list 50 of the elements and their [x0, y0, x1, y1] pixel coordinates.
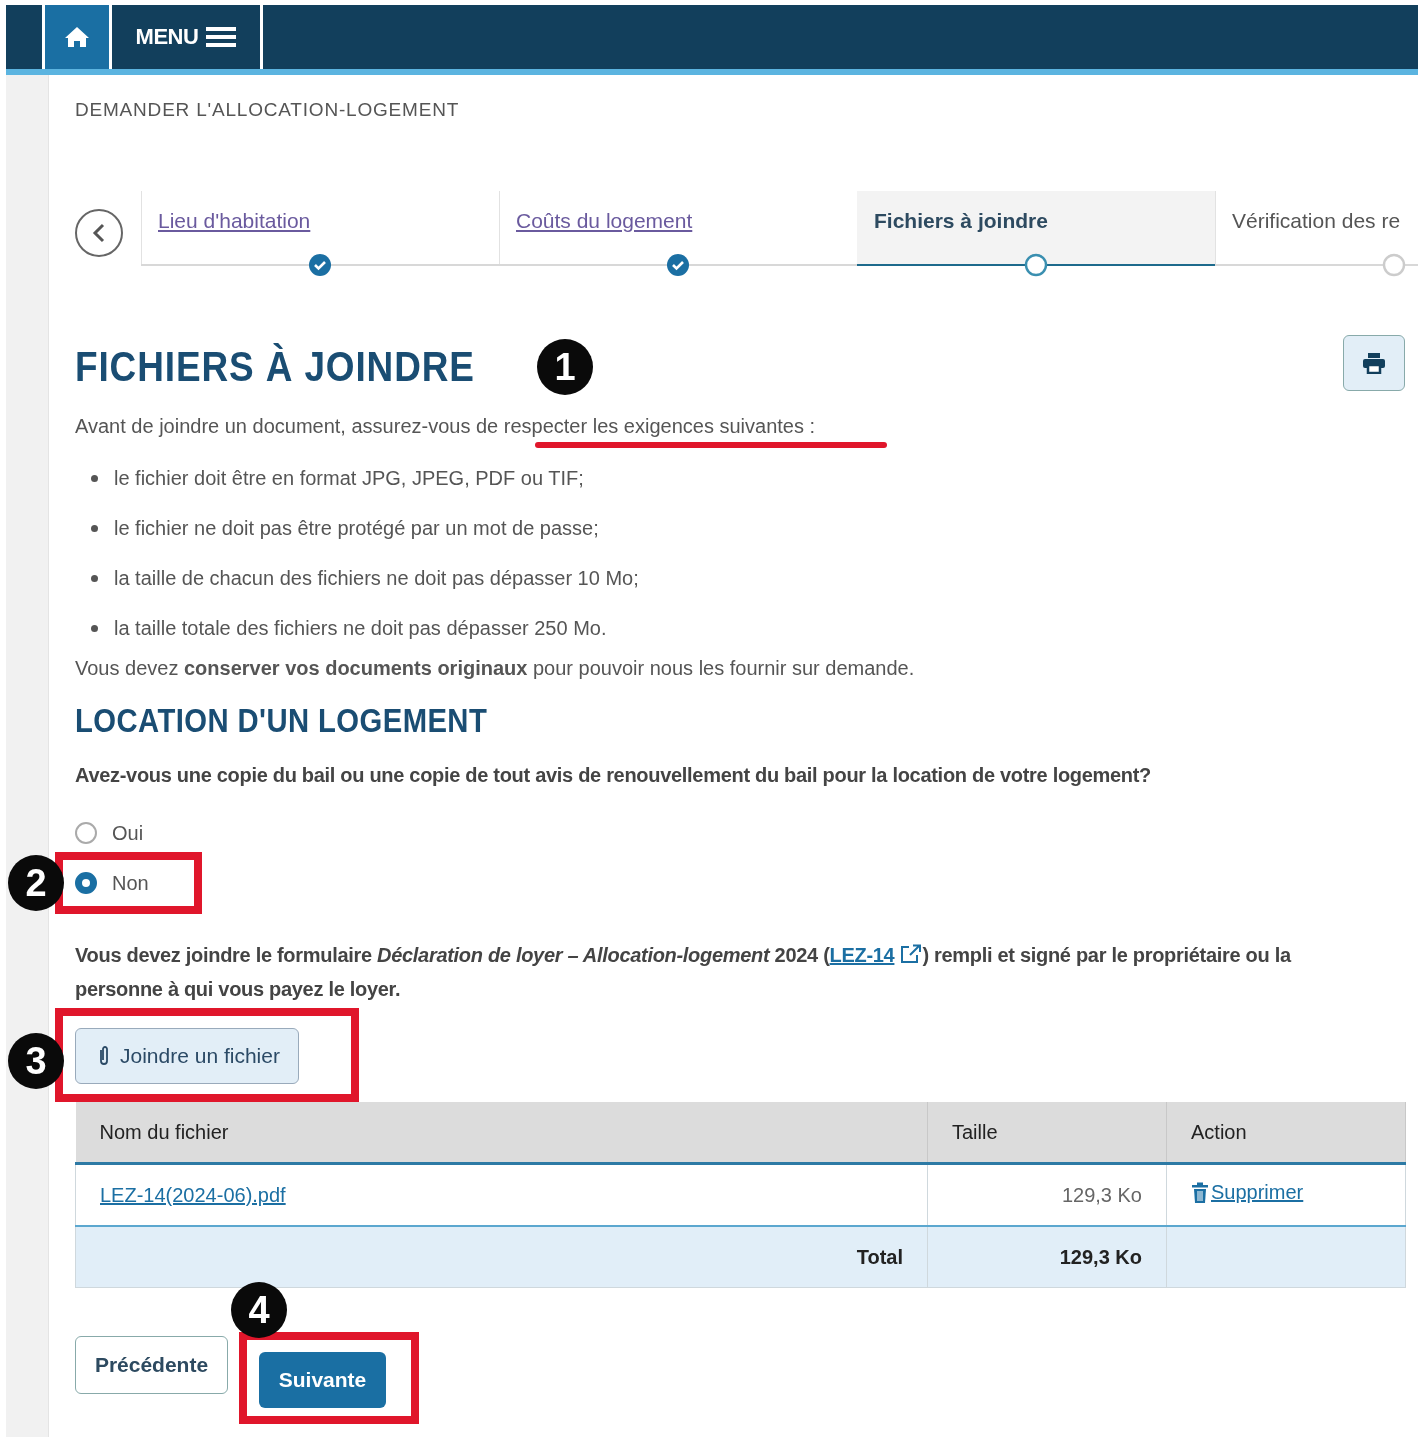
column-header: Action [1166, 1102, 1406, 1164]
breadcrumb: DEMANDER L'ALLOCATION-LOGEMENT [75, 99, 461, 122]
menu-button[interactable]: MENU [112, 5, 263, 69]
step-tab[interactable]: Lieu d'habitation [141, 191, 499, 278]
print-button[interactable] [1343, 335, 1405, 391]
radio-button[interactable] [75, 822, 97, 844]
column-header: Nom du fichier [75, 1102, 928, 1164]
requirement-text: le fichier ne doit pas être protégé par un mot de passe; [114, 516, 599, 540]
section-title: LOCATION D'UN LOGEMENT [75, 701, 489, 740]
step-tab[interactable]: Coûts du logement [499, 191, 857, 278]
bullet-icon [91, 524, 98, 532]
menu-icon [206, 26, 237, 48]
radio-button[interactable] [75, 872, 97, 894]
back-button[interactable] [75, 209, 123, 257]
table-cell: 129,3 Ko [927, 1226, 1167, 1288]
step-label: Fichiers à joindre [874, 209, 1048, 232]
table-cell: Total [75, 1226, 928, 1288]
note-text: Vous devez conserver vos documents originaux pour pouvoir nous les fournir sur demande. [75, 656, 916, 681]
attach-file-button[interactable]: Joindre un fichier [75, 1028, 299, 1084]
trash-icon [1191, 1181, 1209, 1204]
page-title: FICHIERS À JOINDRE [75, 343, 475, 391]
printer-icon [1362, 352, 1386, 374]
step-label: Lieu d'habitation [158, 209, 311, 232]
callout-number: 4 [231, 1282, 287, 1338]
radio-option[interactable]: Non [75, 871, 149, 895]
question-text: Avez-vous une copie du bail ou une copie de tout avis de renouvellement du bail pour la location de votre logement? [75, 763, 1153, 788]
intro-text: Avant de joindre un document, assurez-vous de respecter les exigences suivantes : [75, 414, 817, 439]
requirement-text: le fichier doit être en format JPG, JPEG, PDF ou TIF; [114, 466, 584, 490]
previous-button[interactable]: Précédente [75, 1336, 228, 1394]
file-link[interactable]: LEZ-14(2024-06).pdf [100, 1183, 286, 1207]
step-label: Vérification des re [1232, 209, 1401, 232]
bullet-icon [91, 474, 98, 482]
step-tab[interactable]: Vérification des re [1215, 191, 1418, 278]
instruction-text: Vous devez joindre le formulaire Déclaration de loyer – Allocation-logement 2024 (LEZ-14 ) rempli et signé par le propriétaire ou la personne à qui vous payez le loyer. [75, 943, 1293, 1002]
chevron-left-icon [92, 223, 106, 243]
external-link-icon [900, 944, 923, 964]
home-button[interactable] [42, 5, 112, 69]
column-header: Taille [927, 1102, 1167, 1164]
next-button[interactable]: Suivante [259, 1352, 386, 1408]
radio-option[interactable]: Oui [75, 814, 1418, 852]
step-label: Coûts du logement [516, 209, 693, 232]
bullet-icon [91, 574, 98, 582]
requirement-text: la taille de chacun des fichiers ne doit pas dépasser 10 Mo; [114, 566, 639, 590]
paperclip-icon [98, 1045, 110, 1067]
step-tab[interactable]: Fichiers à joindre [857, 191, 1215, 278]
requirement-text: la taille totale des fichiers ne doit pas dépasser 250 Mo. [114, 616, 607, 640]
delete-link[interactable]: Supprimer [1191, 1181, 1304, 1205]
bullet-icon [91, 624, 98, 632]
callout-number: 1 [537, 339, 593, 395]
home-icon [64, 25, 90, 49]
